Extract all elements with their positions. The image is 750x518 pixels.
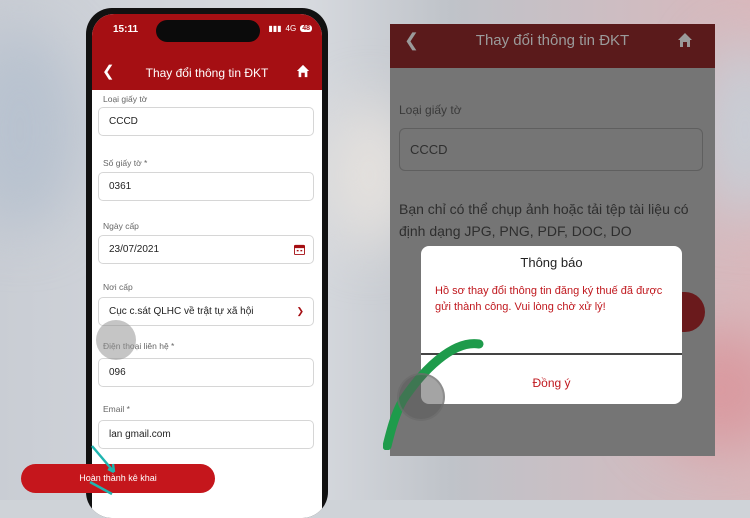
dialog-message: Hồ sơ thay đổi thông tin đăng ký thuế đã… bbox=[435, 285, 663, 313]
document-type-field[interactable]: CCCD bbox=[98, 107, 314, 136]
touch-indicator bbox=[397, 373, 445, 421]
zoomed-header: ❮ Thay đổi thông tin ĐKT bbox=[390, 24, 715, 68]
zoomed-label-document-type: Loại giấy tờ bbox=[399, 103, 462, 117]
upload-info-text: Bạn chỉ có thể chụp ảnh hoặc tải tệp tài… bbox=[399, 201, 689, 239]
label-issue-place: Nơi cấp bbox=[103, 282, 133, 292]
phone-field[interactable]: 096 bbox=[98, 358, 314, 387]
issue-place-select[interactable]: Cục c.sát QLHC về trật tự xã hội ❯ bbox=[98, 297, 314, 326]
document-number-field[interactable]: 0361 bbox=[98, 172, 314, 201]
page-title: Thay đổi thông tin ĐKT bbox=[145, 66, 269, 80]
chevron-down-icon: ❯ bbox=[296, 306, 304, 316]
home-icon[interactable] bbox=[296, 64, 310, 78]
app-header: 15:11 ▮▮▮ 4G 48 ❮ Thay đổi thông tin ĐKT bbox=[92, 14, 322, 90]
label-document-type: Loại giấy tờ bbox=[103, 94, 148, 104]
touch-indicator bbox=[96, 320, 136, 360]
zoomed-page-title: Thay đổi thông tin ĐKT bbox=[475, 32, 630, 49]
pointer-arrow-icon bbox=[89, 445, 116, 496]
issue-date-field[interactable]: 23/07/2021 bbox=[98, 235, 314, 264]
email-field[interactable]: lan gmail.com bbox=[98, 420, 314, 449]
label-issue-date: Ngày cấp bbox=[103, 221, 139, 231]
status-indicators: ▮▮▮ 4G 48 bbox=[268, 24, 312, 33]
status-time: 15:11 bbox=[113, 24, 139, 35]
network-label: 4G bbox=[285, 24, 297, 33]
dynamic-island bbox=[156, 20, 260, 42]
issue-place-value: Cục c.sát QLHC về trật tự xã hội bbox=[109, 306, 254, 317]
dialog-title: Thông báo bbox=[520, 255, 583, 270]
issue-date-value: 23/07/2021 bbox=[109, 244, 160, 255]
battery-icon: 48 bbox=[300, 25, 312, 32]
calendar-icon[interactable] bbox=[294, 244, 305, 255]
label-document-number: Số giấy tờ * bbox=[103, 158, 148, 168]
signal-icon: ▮▮▮ bbox=[268, 24, 282, 33]
zoomed-document-type-field[interactable]: CCCD bbox=[399, 128, 703, 171]
home-icon[interactable] bbox=[677, 32, 693, 48]
label-email: Email * bbox=[103, 404, 130, 414]
